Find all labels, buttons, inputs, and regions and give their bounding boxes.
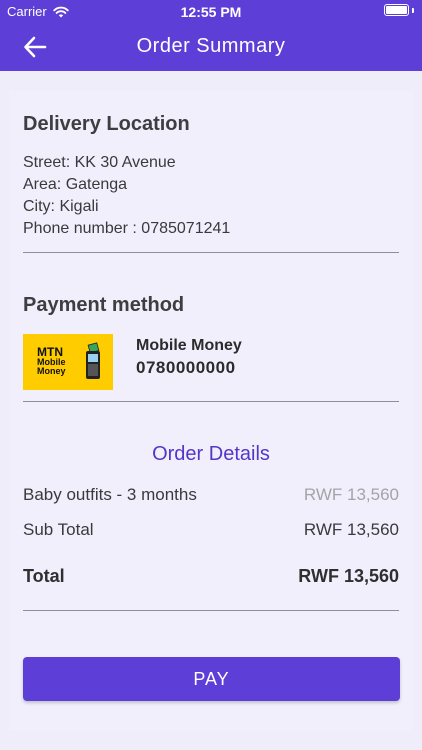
payment-method-number: 0780000000: [136, 358, 236, 377]
delivery-street: Street: KK 30 Avenue: [23, 154, 176, 171]
status-right: [384, 4, 414, 16]
order-details-title: Order Details: [152, 443, 270, 465]
total-row: Total RWF 13,560: [23, 566, 399, 587]
battery-icon: [384, 4, 409, 16]
divider: [23, 252, 399, 253]
pay-button[interactable]: PAY: [23, 657, 400, 701]
subtotal-row: Sub Total RWF 13,560: [23, 520, 399, 540]
order-item-price: RWF 13,560: [303, 485, 399, 504]
delivery-area: Area: Gatenga: [23, 176, 128, 193]
order-item-name: Baby outfits - 3 months: [23, 485, 197, 504]
total-label: Total: [23, 566, 65, 586]
divider: [23, 610, 399, 611]
total-value: RWF 13,560: [298, 566, 399, 586]
status-bar: Carrier 12:55 PM: [0, 0, 422, 24]
page-title: Order Summary: [136, 35, 286, 57]
mtn-logo-text: MTN Mobile Money: [37, 345, 66, 376]
delivery-location-title: Delivery Location: [23, 113, 190, 135]
subtotal-value: RWF 13,560: [303, 520, 399, 539]
mtn-mobile-money-logo: MTN Mobile Money: [23, 334, 113, 390]
order-item-row: Baby outfits - 3 months RWF 13,560: [23, 485, 399, 505]
status-time: 12:55 PM: [180, 4, 242, 20]
delivery-phone: Phone number : 0785071241: [23, 220, 231, 237]
delivery-city: City: Kigali: [23, 198, 99, 215]
payment-method-name: Mobile Money: [136, 337, 242, 354]
payment-method-title: Payment method: [23, 294, 185, 316]
app-header: Carrier 12:55 PM Order Summary: [0, 0, 422, 71]
mobile-phone-icon: [86, 342, 100, 379]
subtotal-label: Sub Total: [23, 520, 94, 539]
divider: [23, 401, 399, 402]
battery-tip: [412, 7, 414, 13]
